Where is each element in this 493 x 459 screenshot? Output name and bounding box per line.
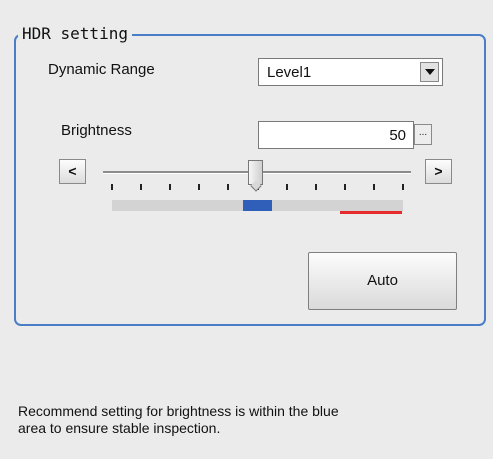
recommendation-message-line-2: area to ensure stable inspection.	[18, 420, 221, 436]
brightness-label: Brightness	[61, 122, 132, 139]
slider-tick	[402, 184, 404, 190]
brightness-field[interactable]: 50	[258, 121, 414, 149]
slider-tick	[227, 184, 230, 190]
slider-tick	[314, 184, 317, 190]
slider-tick	[343, 184, 346, 190]
dynamic-range-select[interactable]: Level1	[258, 58, 443, 86]
chevron-down-icon[interactable]	[420, 62, 439, 82]
dynamic-range-label: Dynamic Range	[48, 61, 155, 78]
recommendation-message: Recommend setting for brightness is with…	[18, 403, 478, 437]
slider-tick	[140, 184, 143, 190]
brightness-value: 50	[389, 127, 406, 144]
recommended-range-indicator	[242, 200, 273, 211]
brightness-increase-button[interactable]: >	[425, 159, 452, 184]
brightness-decrease-button[interactable]: <	[59, 159, 86, 184]
auto-button[interactable]: Auto	[308, 252, 457, 310]
slider-tick	[169, 184, 172, 190]
slider-tick	[198, 184, 201, 190]
brightness-more-button[interactable]: ...	[414, 124, 432, 145]
slider-tick	[372, 184, 375, 190]
warning-range-indicator	[340, 211, 402, 214]
brightness-slider-thumb[interactable]	[248, 160, 263, 185]
hdr-setting-title: HDR setting	[18, 24, 132, 44]
brightness-range-bar	[112, 200, 403, 211]
slider-tick	[285, 184, 288, 190]
slider-tick	[111, 184, 113, 190]
dynamic-range-value: Level1	[267, 64, 312, 81]
recommendation-message-line-1: Recommend setting for brightness is with…	[18, 403, 339, 419]
